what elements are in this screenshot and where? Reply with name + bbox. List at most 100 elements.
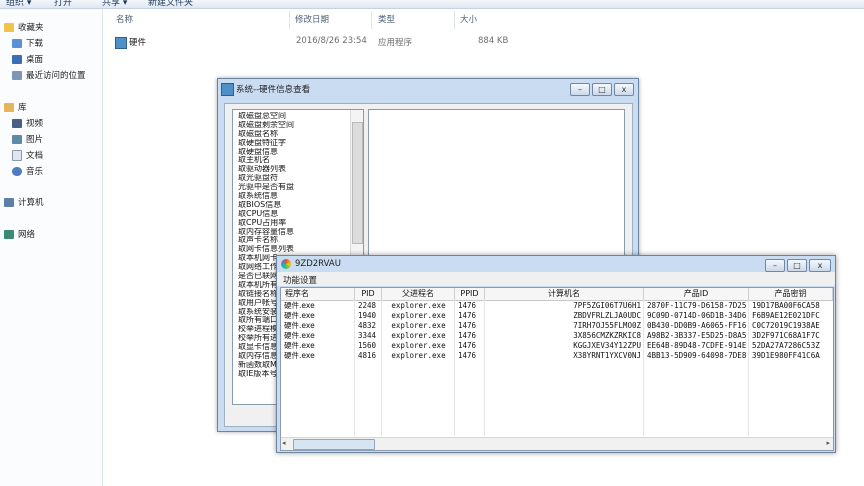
table-cell: 硬件.exe (284, 341, 315, 350)
column-header[interactable]: 产品密钥 (749, 288, 833, 300)
table-row[interactable]: 硬件.exe 4816 explorer.exe 1476 X38YRNT1YXCV0N… (281, 351, 833, 361)
nav-music[interactable]: 音乐 (12, 164, 43, 178)
minimize-button[interactable]: – (570, 83, 590, 96)
column-header[interactable]: 产品ID (644, 288, 749, 300)
file-row[interactable]: 硬件 2016/8/26 23:54 应用程序 884 KB (115, 36, 515, 50)
function-item[interactable]: 取磁盘名称 (238, 130, 348, 139)
table-cell: 1476 (458, 321, 477, 330)
nav-desktop[interactable]: 桌面 (12, 52, 43, 66)
result-output-box[interactable] (368, 109, 625, 261)
table-cell: explorer.exe (391, 341, 446, 350)
table-cell: 1560 (358, 341, 377, 350)
horizontal-scrollbar[interactable]: ◂ ▸ (281, 437, 833, 450)
open-button[interactable]: 打开 (54, 0, 72, 8)
table-cell: 1476 (458, 351, 477, 360)
column-header[interactable]: 计算机名 (485, 288, 644, 300)
function-item[interactable]: 取硬盘特征字 (238, 139, 348, 148)
column-divider (371, 11, 372, 29)
maximize-button[interactable]: □ (787, 259, 807, 272)
column-divider (289, 11, 290, 29)
close-button[interactable]: x (614, 83, 634, 96)
nav-computer[interactable]: 计算机 (4, 195, 44, 209)
table-cell: ZBDVFRLZLJA0UDC (573, 311, 641, 320)
nav-favorites[interactable]: 收藏夹 (4, 20, 44, 34)
music-icon (12, 166, 22, 176)
table-cell: KGGJXEV34Y12ZPU (573, 341, 641, 350)
function-item[interactable]: 取CPU占用率 (238, 219, 348, 228)
column-gridline (484, 300, 485, 436)
file-date: 2016/8/26 23:54 (296, 36, 367, 46)
computer-icon (4, 197, 14, 207)
nav-pictures[interactable]: 图片 (12, 132, 43, 146)
table-cell: 0B430-DD0B9-A6065-FF167 (647, 321, 746, 330)
table-cell: 4BB13-5D909-64098-7DE8F (647, 351, 746, 360)
table-header: 程序名 PID 父进程名 PPID 计算机名 产品ID 产品密钥 (281, 288, 833, 301)
table-row[interactable]: 硬件.exe 2248 explorer.exe 1476 7PF5ZGI06T7U6H… (281, 301, 833, 311)
share-button[interactable]: 共享 ▾ (102, 0, 127, 8)
table-cell: 硬件.exe (284, 351, 315, 360)
close-button[interactable]: x (809, 259, 831, 272)
column-header-name[interactable]: 名称 (116, 13, 133, 29)
column-header-date[interactable]: 修改日期 (295, 13, 329, 29)
download-folder-icon (12, 38, 22, 48)
table-cell: F6B9AE12E021DFC (752, 311, 820, 320)
nav-recent[interactable]: 最近访问的位置 (12, 68, 86, 82)
function-item[interactable]: 取磁盘总空间 (238, 112, 348, 121)
table-cell: EE64B-89D48-7CDFE-914EB (647, 341, 746, 350)
function-item[interactable]: 取网卡信息列表 (238, 245, 348, 254)
app-logo-icon (281, 259, 291, 269)
organize-button[interactable]: 组织 ▾ (6, 0, 31, 8)
function-item[interactable]: 取驱动器列表 (238, 165, 348, 174)
scroll-thumb[interactable] (293, 439, 375, 450)
table-cell: 1476 (458, 341, 477, 350)
table-row[interactable]: 硬件.exe 1560 explorer.exe 1476 KGGJXEV34Y12ZP… (281, 341, 833, 351)
maximize-button[interactable]: □ (592, 83, 612, 96)
scroll-thumb[interactable] (352, 122, 363, 244)
menu-settings[interactable]: 功能设置 (283, 274, 317, 286)
table-cell: 硬件.exe (284, 321, 315, 330)
process-window: 9ZD2RVAU – □ x 功能设置 程序名 PID 父进程名 PPID 计算机名 产品… (276, 255, 836, 453)
function-item[interactable]: 取声卡名称 (238, 236, 348, 245)
table-cell: 7PF5ZGI06T7U6H1 (573, 301, 641, 310)
function-item[interactable]: 取硬盘信息 (238, 148, 348, 157)
nav-videos[interactable]: 视频 (12, 116, 43, 130)
function-item[interactable]: 取光驱盘符 (238, 174, 348, 183)
table-row[interactable]: 硬件.exe 4832 explorer.exe 1476 7IRH7OJ55FLMO0… (281, 321, 833, 331)
table-cell: 硬件.exe (284, 331, 315, 340)
table-cell: explorer.exe (391, 301, 446, 310)
nav-network[interactable]: 网络 (4, 227, 35, 241)
function-item[interactable]: 取磁盘剩余空间 (238, 121, 348, 130)
table-row[interactable]: 硬件.exe 3344 explorer.exe 1476 3X856CMZKZRKIC… (281, 331, 833, 341)
function-item[interactable]: 取内存容量信息 (238, 228, 348, 237)
column-header-size[interactable]: 大小 (460, 13, 477, 29)
function-item[interactable]: 取BIOS信息 (238, 201, 348, 210)
column-header[interactable]: PPID (455, 288, 485, 300)
nav-downloads[interactable]: 下载 (12, 36, 43, 50)
column-header[interactable]: 程序名 (281, 288, 355, 300)
column-header-type[interactable]: 类型 (378, 13, 395, 29)
command-bar: 组织 ▾ 打开 共享 ▾ 新建文件夹 (0, 0, 864, 9)
nav-libraries[interactable]: 库 (4, 100, 27, 114)
column-header[interactable]: 父进程名 (382, 288, 455, 300)
new-folder-button[interactable]: 新建文件夹 (148, 0, 193, 8)
table-row[interactable]: 硬件.exe 1940 explorer.exe 1476 ZBDVFRLZLJA0UD… (281, 311, 833, 321)
table-cell: 19D17BA00F6CA58 (752, 301, 820, 310)
function-item[interactable]: 光驱中是否有盘 (238, 183, 348, 192)
desktop-icon (12, 54, 22, 64)
process-table[interactable]: 程序名 PID 父进程名 PPID 计算机名 产品ID 产品密钥 硬件.exe 2248 exp… (280, 287, 834, 451)
table-cell: A98B2-3B337-E5D25-D8A5C (647, 331, 746, 340)
picture-icon (12, 134, 22, 144)
column-gridline (643, 300, 644, 436)
column-header[interactable]: PID (355, 288, 382, 300)
table-cell: explorer.exe (391, 311, 446, 320)
function-item[interactable]: 取CPU信息 (238, 210, 348, 219)
table-cell: C0C72019C1938AE (752, 321, 820, 330)
function-item[interactable]: 取主机名 (238, 156, 348, 165)
table-cell: 3X856CMZKZRKIC8 (573, 331, 641, 340)
minimize-button[interactable]: – (765, 259, 785, 272)
function-item[interactable]: 取系统信息 (238, 192, 348, 201)
window-title: 9ZD2RVAU (295, 259, 341, 269)
scroll-left-icon[interactable]: ◂ (282, 439, 286, 447)
nav-documents[interactable]: 文档 (12, 148, 43, 162)
scroll-right-icon[interactable]: ▸ (826, 439, 830, 447)
